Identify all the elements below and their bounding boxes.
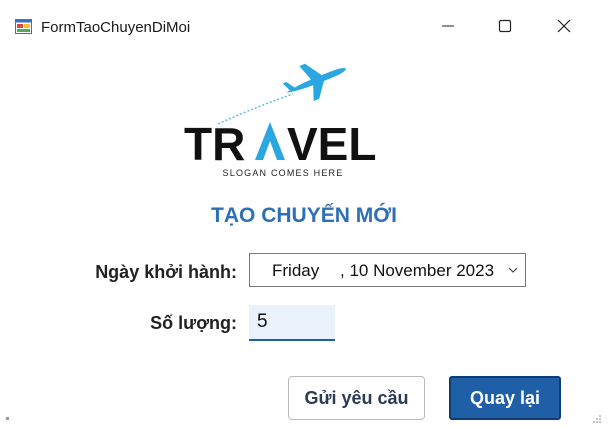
minimize-icon bbox=[442, 25, 454, 27]
send-request-button[interactable]: Gửi yêu cầu bbox=[288, 376, 425, 420]
date-day-part[interactable]: Friday bbox=[272, 261, 319, 281]
chevron-down-icon[interactable] bbox=[507, 264, 519, 276]
svg-text:VEL: VEL bbox=[287, 118, 376, 170]
dialog-window: FormTaoChuyenDiMoi TR VEL SLOGAN COMES H… bbox=[0, 0, 608, 428]
minimize-button[interactable] bbox=[425, 8, 471, 44]
form-app-icon bbox=[15, 19, 32, 34]
travel-wordmark: TR VEL bbox=[184, 118, 376, 170]
svg-text:TR: TR bbox=[184, 118, 245, 170]
maximize-icon bbox=[498, 19, 512, 33]
close-icon bbox=[557, 19, 571, 33]
close-button[interactable] bbox=[541, 8, 587, 44]
corner-mark bbox=[6, 417, 9, 420]
title-bar[interactable]: FormTaoChuyenDiMoi bbox=[0, 0, 608, 46]
travel-logo: TR VEL SLOGAN COMES HERE bbox=[184, 63, 376, 178]
departure-date-picker[interactable]: Friday , 10 November 2023 bbox=[249, 253, 526, 287]
logo-slogan: SLOGAN COMES HERE bbox=[223, 168, 344, 178]
date-label: Ngày khởi hành: bbox=[95, 262, 237, 282]
quantity-label: Số lượng: bbox=[150, 313, 237, 333]
resize-grip-icon[interactable] bbox=[592, 414, 602, 424]
page-title: TẠO CHUYẾN MỚI bbox=[211, 204, 397, 227]
back-button[interactable]: Quay lại bbox=[449, 376, 561, 420]
window-title: FormTaoChuyenDiMoi bbox=[41, 19, 191, 36]
quantity-field[interactable] bbox=[249, 305, 335, 341]
airplane-icon bbox=[282, 63, 346, 102]
date-rest-part: , 10 November 2023 bbox=[340, 261, 495, 280]
maximize-button[interactable] bbox=[482, 8, 528, 44]
